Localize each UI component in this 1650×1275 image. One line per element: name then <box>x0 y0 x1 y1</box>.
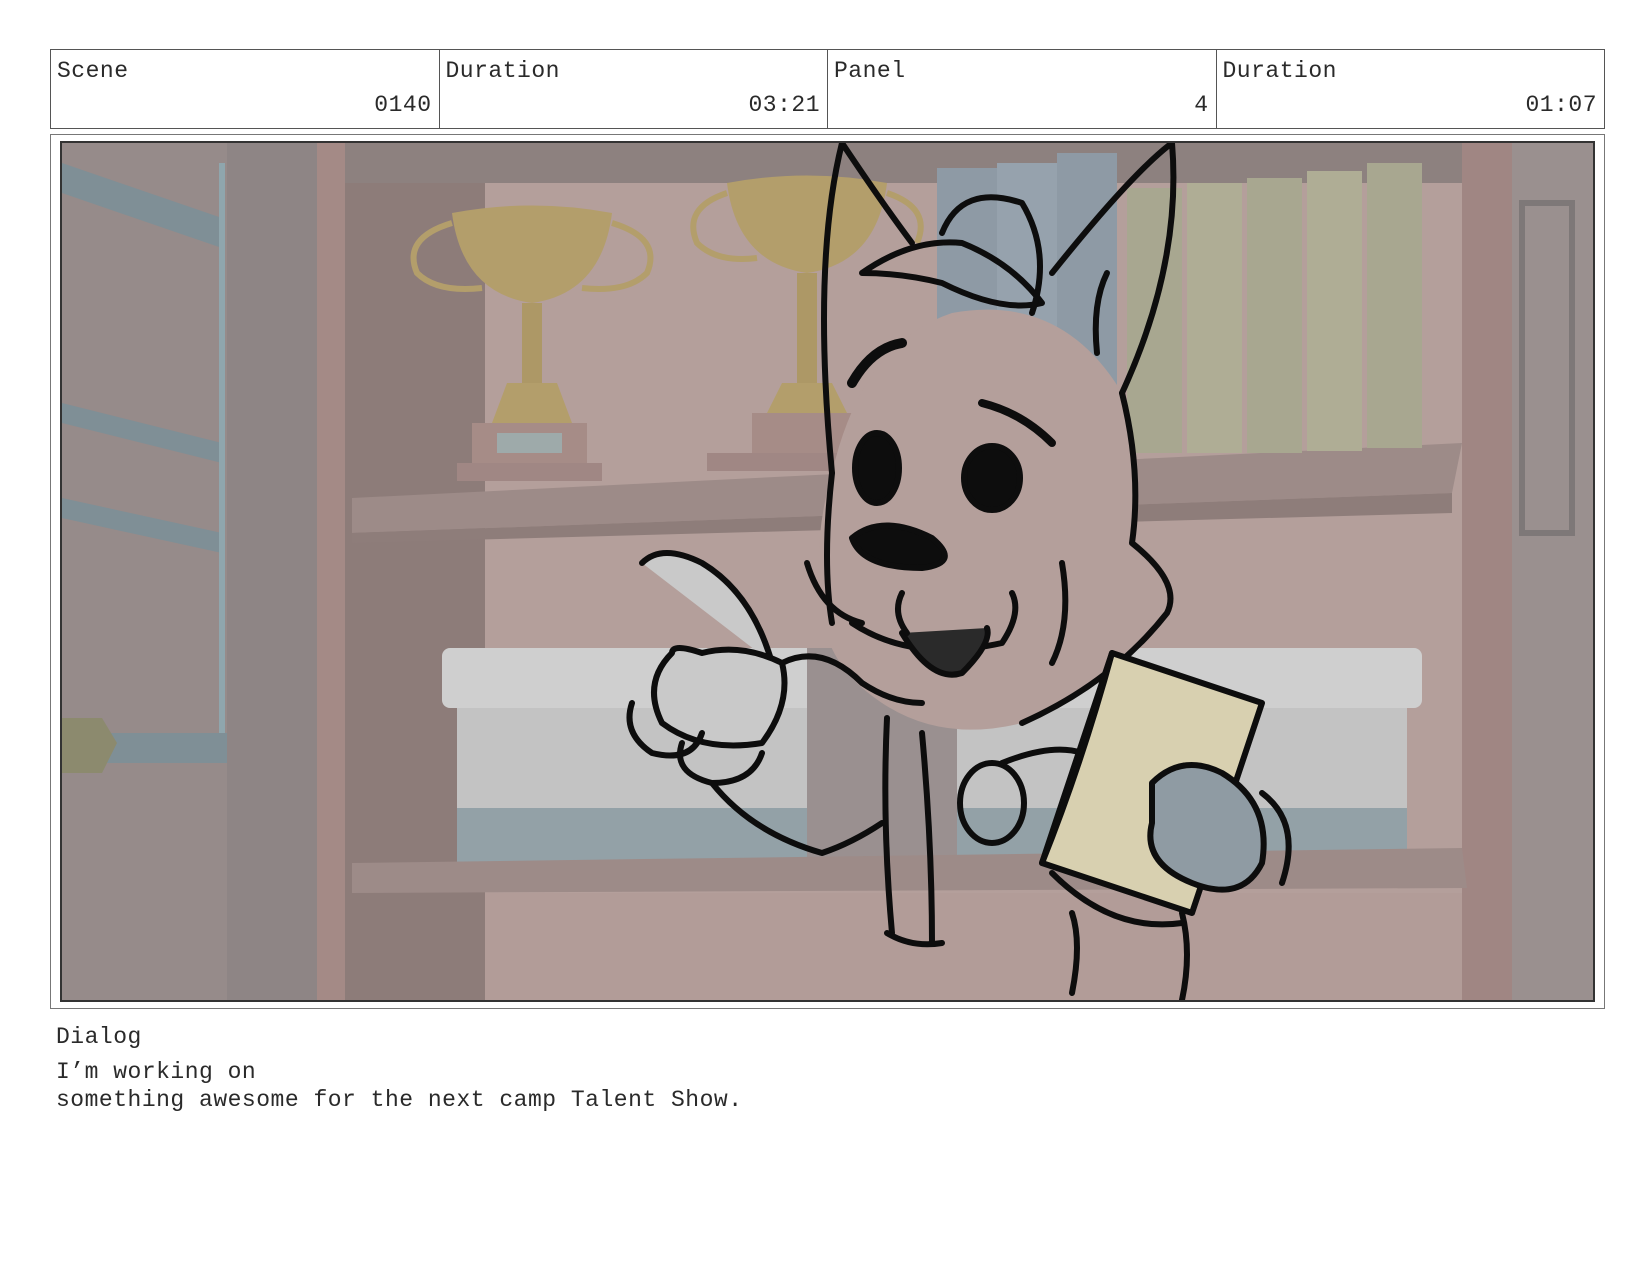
panel-duration-value: 01:07 <box>1525 92 1597 118</box>
dialog-line-2: something awesome for the next camp Tale… <box>56 1087 743 1113</box>
scene-duration-label: Duration <box>445 58 560 84</box>
scene-number: 0140 <box>374 92 432 118</box>
panel-duration-label: Duration <box>1222 58 1337 84</box>
panel-cell: Panel 4 <box>828 50 1217 128</box>
dialog-label: Dialog <box>56 1024 142 1050</box>
storyboard-header: Scene 0140 Duration 03:21 Panel 4 Durati… <box>50 49 1605 129</box>
dialog-text: I’m working on something awesome for the… <box>56 1058 743 1114</box>
scene-duration-cell: Duration 03:21 <box>440 50 828 128</box>
scene-cell: Scene 0140 <box>51 50 440 128</box>
dialog-line-1: I’m working on <box>56 1059 257 1085</box>
panel-label: Panel <box>834 58 906 84</box>
storyboard-image <box>60 141 1595 1002</box>
panel-number: 4 <box>1194 92 1209 118</box>
scene-duration-value: 03:21 <box>748 92 820 118</box>
panel-duration-cell: Duration 01:07 <box>1217 50 1605 128</box>
scene-label: Scene <box>57 58 129 84</box>
